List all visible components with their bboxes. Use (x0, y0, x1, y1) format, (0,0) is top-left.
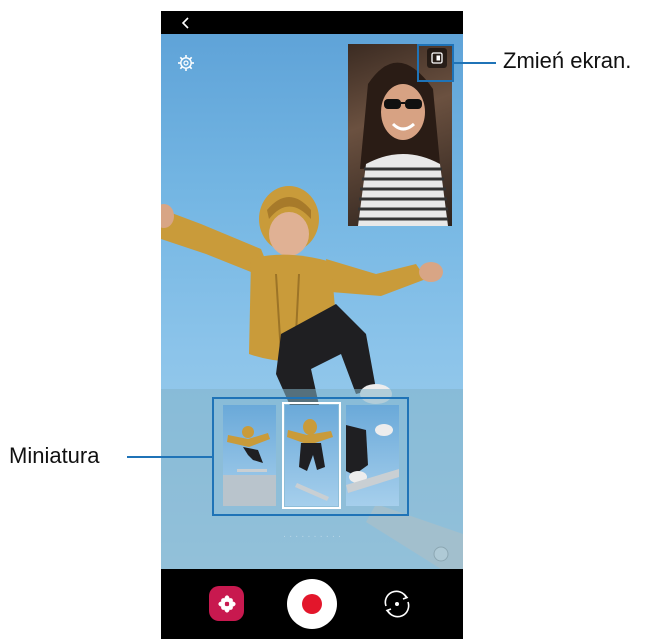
effects-button[interactable] (209, 586, 244, 621)
back-button[interactable] (177, 14, 195, 32)
thumbnail-callout: Miniatura (9, 443, 100, 468)
thumbnail-leader-line (127, 456, 212, 458)
chevron-left-icon (181, 17, 189, 29)
record-button[interactable] (287, 579, 337, 629)
settings-button[interactable] (176, 53, 196, 73)
gear-icon (178, 55, 194, 71)
camera-controls (161, 569, 463, 639)
camera-flip-icon (384, 590, 410, 618)
switch-camera-button[interactable] (377, 584, 417, 624)
switch-screen-highlight (417, 44, 454, 82)
flower-icon (217, 594, 236, 613)
strip-caption: · · · · · · · · · · (282, 531, 342, 542)
phone-screen: · · · · · · · · · · (161, 11, 463, 639)
thumbnail-highlight (212, 397, 409, 516)
record-icon (302, 594, 322, 614)
switch-screen-leader-line (454, 62, 496, 64)
switch-screen-callout: Zmień ekran. (503, 48, 632, 73)
top-bar (161, 11, 463, 34)
